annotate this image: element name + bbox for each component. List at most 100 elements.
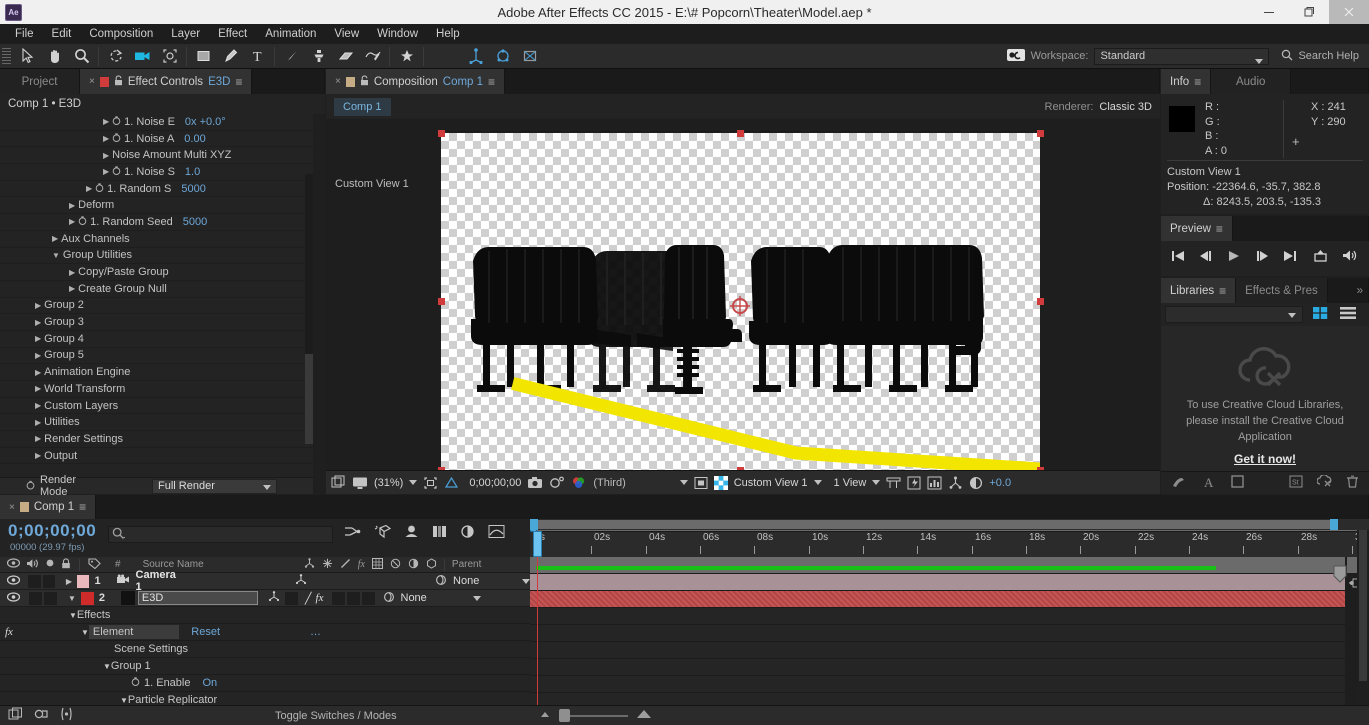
timeline-property-row[interactable]: fx ▼ Element Reset… xyxy=(0,624,530,641)
tab-preview[interactable]: Preview ≡ xyxy=(1161,216,1233,241)
property-options[interactable]: … xyxy=(310,626,321,638)
graph-keys-icon[interactable] xyxy=(60,707,73,724)
camera-layer-bar[interactable] xyxy=(530,574,1345,591)
layer-solo-toggle[interactable] xyxy=(42,574,56,588)
panel-menu-icon[interactable]: ≡ xyxy=(1219,284,1226,298)
play-button[interactable] xyxy=(1227,250,1241,265)
brush-tool-icon[interactable] xyxy=(278,45,305,68)
timeline-property-row[interactable]: ▼ Group 1 xyxy=(0,658,530,675)
stopwatch-icon[interactable] xyxy=(112,165,121,178)
effect-control-row[interactable]: ▶ Group 4 xyxy=(0,331,313,348)
disclosure-triangle-icon[interactable]: ▶ xyxy=(103,167,109,176)
disclosure-triangle-icon[interactable]: ▶ xyxy=(35,318,41,327)
selection-handle-mr[interactable] xyxy=(1037,298,1044,305)
effect-control-row[interactable]: ▶ 1. Noise E 0x +0.0° xyxy=(0,114,313,131)
main-viewer-icon[interactable] xyxy=(352,476,368,490)
type-tool-icon[interactable]: T xyxy=(244,45,271,68)
disclosure-triangle-icon[interactable]: ▶ xyxy=(103,134,109,143)
draft-3d-icon[interactable] xyxy=(374,524,392,542)
layer-name[interactable]: Camera 1 xyxy=(136,569,183,593)
comp-breadcrumb-chip[interactable]: Comp 1 xyxy=(334,97,391,116)
lock-icon[interactable] xyxy=(360,74,369,89)
effect-control-row[interactable]: ▶ Aux Channels xyxy=(0,231,313,248)
pan-behind-tool-icon[interactable] xyxy=(156,45,183,68)
effect-control-row[interactable]: ▶ Group 2 xyxy=(0,298,313,315)
zoom-in-icon[interactable] xyxy=(635,708,653,723)
last-frame-button[interactable] xyxy=(1283,250,1297,265)
layer-3d-toggle[interactable] xyxy=(268,591,280,605)
next-frame-button[interactable] xyxy=(1255,250,1269,265)
comp-marker-icon[interactable] xyxy=(1332,565,1348,586)
disclosure-triangle-icon[interactable]: ▶ xyxy=(35,451,41,460)
workspace-switch-icon[interactable] xyxy=(1006,48,1025,64)
column-parent-label[interactable]: Parent xyxy=(452,559,481,570)
audio-button[interactable] xyxy=(1342,249,1357,265)
menu-composition[interactable]: Composition xyxy=(80,24,162,44)
3d-renderer-icon[interactable] xyxy=(948,476,963,490)
close-icon[interactable]: × xyxy=(89,76,95,87)
disclosure-triangle-icon[interactable]: ▼ xyxy=(68,594,76,603)
timeline-vertical-scrollbar[interactable] xyxy=(1357,519,1369,707)
composition-canvas[interactable] xyxy=(441,133,1047,476)
timeline-graph-icon[interactable] xyxy=(927,476,942,490)
puppet-pin-tool-icon[interactable] xyxy=(393,45,420,68)
stopwatch-icon[interactable] xyxy=(131,676,140,690)
always-preview-icon[interactable] xyxy=(331,475,346,490)
pen-tool-icon[interactable] xyxy=(217,45,244,68)
tab-overflow[interactable]: » xyxy=(1327,278,1369,303)
library-select-dropdown[interactable] xyxy=(1165,305,1303,323)
video-toggle-icon[interactable] xyxy=(6,558,21,571)
effect-control-row[interactable]: ▶ Animation Engine xyxy=(0,364,313,381)
rotation-tool-icon[interactable] xyxy=(102,45,129,68)
menu-file[interactable]: File xyxy=(6,24,43,44)
disclosure-triangle-icon[interactable]: ▶ xyxy=(103,117,109,126)
layer-audio-toggle[interactable] xyxy=(28,574,41,588)
parent-pick-whip[interactable] xyxy=(383,591,395,606)
disclosure-triangle-icon[interactable]: ▶ xyxy=(69,268,75,277)
hand-tool-icon[interactable] xyxy=(41,45,68,68)
menu-view[interactable]: View xyxy=(325,24,368,44)
audio-toggle-icon[interactable] xyxy=(26,558,39,572)
timeline-property-row[interactable]: Scene Settings xyxy=(0,641,530,658)
effect-control-row[interactable]: ▶ Output xyxy=(0,448,313,465)
zoom-tool-icon[interactable] xyxy=(68,45,95,68)
timeline-current-time[interactable]: 0;00;00;00 xyxy=(8,521,96,541)
effect-control-row[interactable]: ▶ 1. Noise A 0.00 xyxy=(0,131,313,148)
effect-control-value[interactable]: 1.0 xyxy=(185,166,200,178)
disclosure-triangle-icon[interactable]: ▼ xyxy=(69,611,77,620)
layer-label-color[interactable] xyxy=(80,591,94,605)
toggle-mask-icon[interactable] xyxy=(713,475,728,490)
menu-help[interactable]: Help xyxy=(427,24,469,44)
loop-button[interactable] xyxy=(1313,249,1328,265)
playhead-line[interactable] xyxy=(537,557,538,707)
property-value[interactable]: On xyxy=(202,677,217,689)
effect-control-row[interactable]: ▶ 1. Random S 5000 xyxy=(0,181,313,198)
effect-control-value[interactable]: 5000 xyxy=(183,216,207,228)
exposure-value[interactable]: +0.0 xyxy=(989,477,1011,489)
disclosure-triangle-icon[interactable]: ▶ xyxy=(35,418,41,427)
menu-animation[interactable]: Animation xyxy=(256,24,325,44)
stopwatch-icon[interactable] xyxy=(26,480,35,493)
previous-frame-button[interactable] xyxy=(1199,250,1213,265)
disclosure-triangle-icon[interactable]: ▶ xyxy=(103,151,109,160)
zoom-out-icon[interactable] xyxy=(538,709,552,722)
eraser-tool-icon[interactable] xyxy=(332,45,359,68)
effect-control-value[interactable]: 0.00 xyxy=(184,133,205,145)
layer-fx-toggle[interactable]: fx xyxy=(316,592,324,604)
layer-collapse-toggle[interactable]: ╱ xyxy=(305,592,312,605)
effect-control-row[interactable]: ▶ Custom Layers xyxy=(0,398,313,415)
shape-tool-icon[interactable] xyxy=(190,45,217,68)
grid-view-icon[interactable] xyxy=(1313,306,1328,323)
layer-label-color[interactable] xyxy=(77,574,90,588)
effect-control-row[interactable]: ▼ Group Utilities xyxy=(0,248,313,265)
effect-controls-scrollbar[interactable] xyxy=(305,174,313,444)
renderer-group[interactable]: Renderer: Classic 3D xyxy=(1045,101,1153,113)
fast-previews-icon[interactable] xyxy=(907,476,921,490)
tab-info[interactable]: Info ≡ xyxy=(1161,69,1212,94)
tab-timeline-comp[interactable]: × Comp 1 ≡ xyxy=(0,495,97,519)
add-shape-icon[interactable] xyxy=(1231,475,1244,491)
stopwatch-icon[interactable] xyxy=(95,182,104,195)
panel-menu-icon[interactable]: ≡ xyxy=(1216,222,1223,236)
views-count[interactable]: 1 View xyxy=(834,477,867,489)
chevron-down-icon[interactable] xyxy=(409,480,418,485)
